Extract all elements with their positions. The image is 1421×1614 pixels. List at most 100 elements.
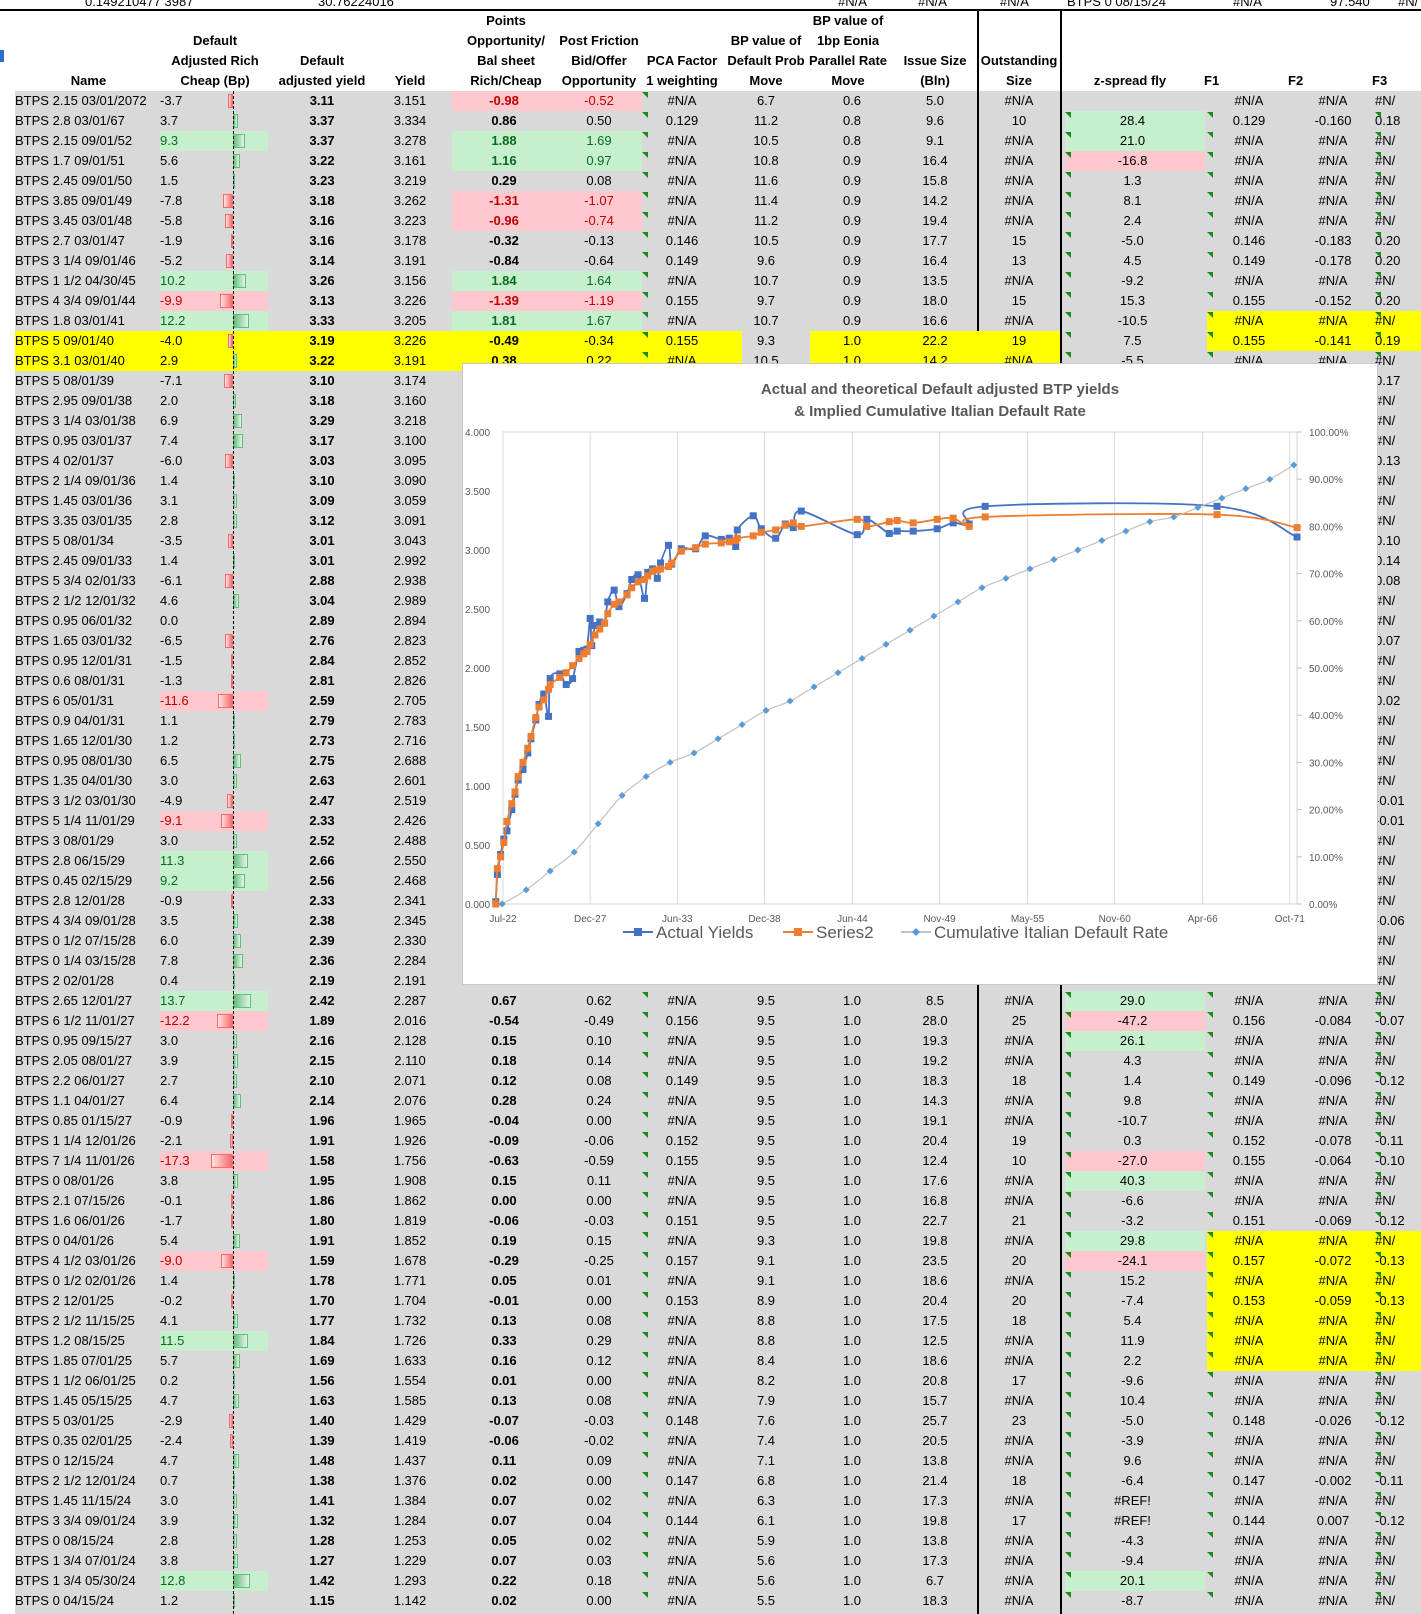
header-outstanding[interactable]: Outstanding Size [979,51,1059,91]
default-yield-cell[interactable]: 1.84 [272,1331,372,1351]
f1-cell[interactable]: #N/A [1207,151,1291,171]
outstanding-cell[interactable]: #N/A [979,1091,1059,1111]
default-yield-cell[interactable]: 2.76 [272,631,372,651]
rich-cheap-cell[interactable]: 7.8 [160,951,230,971]
f1-cell[interactable]: 0.149 [1207,251,1291,271]
default-yield-cell[interactable]: 3.37 [272,111,372,131]
bond-name-cell[interactable]: BTPS 1.35 04/01/30 [15,771,165,791]
outstanding-cell[interactable]: #N/A [979,1231,1059,1251]
zspread-cell[interactable]: -6.4 [1065,1471,1200,1491]
outstanding-cell[interactable]: #N/A [979,211,1059,231]
f2-cell[interactable]: #N/A [1291,131,1375,151]
bond-name-cell[interactable]: BTPS 3.85 09/01/49 [15,191,165,211]
pca-cell[interactable]: #N/A [642,1051,722,1071]
f1-cell[interactable]: #N/A [1207,1591,1291,1611]
f1-cell[interactable]: #N/A [1207,211,1291,231]
default-yield-cell[interactable]: 1.63 [272,1391,372,1411]
f3-cell[interactable]: -0.11 [1375,1131,1421,1151]
f2-cell[interactable]: #N/A [1291,1571,1375,1591]
pca-cell[interactable]: 0.155 [642,291,722,311]
yield-cell[interactable]: 2.076 [380,1091,440,1111]
zspread-cell[interactable]: -6.6 [1065,1191,1200,1211]
f1-cell[interactable]: #N/A [1207,311,1291,331]
default-yield-cell[interactable]: 3.12 [272,511,372,531]
bond-name-cell[interactable]: BTPS 1.45 11/15/24 [15,1491,165,1511]
header-name[interactable]: Name [15,71,162,91]
rich-cheap-cell[interactable]: 1.2 [160,731,230,751]
outstanding-cell[interactable]: 15 [979,231,1059,251]
outstanding-cell[interactable]: #N/A [979,131,1059,151]
yield-cell[interactable]: 2.894 [380,611,440,631]
bond-name-cell[interactable]: BTPS 2.15 03/01/2072 [15,91,165,111]
rich-cheap-cell[interactable]: 9.3 [160,131,230,151]
issue-size-cell[interactable]: 9.1 [896,131,974,151]
issue-size-cell[interactable]: 9.6 [896,111,974,131]
bond-name-cell[interactable]: BTPS 5 08/01/34 [15,531,165,551]
rich-cheap-cell[interactable]: -17.3 [160,1151,230,1171]
rich-cheap-cell[interactable]: 0.2 [160,1371,230,1391]
f3-cell[interactable]: #N/ [1375,771,1421,791]
zspread-cell[interactable]: #REF! [1065,1511,1200,1531]
yield-cell[interactable]: 3.226 [380,331,440,351]
outstanding-cell[interactable]: #N/A [979,1491,1059,1511]
default-yield-cell[interactable]: 1.58 [272,1151,372,1171]
points-opportunity-cell[interactable]: 0.11 [452,1451,556,1471]
f2-cell[interactable]: -0.160 [1291,111,1375,131]
zspread-cell[interactable]: 29.0 [1065,991,1200,1011]
f1-cell[interactable]: #N/A [1207,1091,1291,1111]
default-yield-cell[interactable]: 2.89 [272,611,372,631]
outstanding-cell[interactable]: 21 [979,1211,1059,1231]
default-yield-cell[interactable]: 1.70 [272,1291,372,1311]
f3-cell[interactable]: #N/ [1375,1351,1421,1371]
rich-cheap-cell[interactable]: -3.7 [160,91,230,111]
zspread-cell[interactable]: -3.2 [1065,1211,1200,1231]
default-yield-cell[interactable]: 2.47 [272,791,372,811]
bond-name-cell[interactable]: BTPS 4 1/2 03/01/26 [15,1251,165,1271]
f3-cell[interactable]: #N/ [1375,851,1421,871]
yield-cell[interactable]: 3.334 [380,111,440,131]
f3-cell[interactable]: #N/ [1375,991,1421,1011]
points-opportunity-cell[interactable]: -0.84 [452,251,556,271]
f3-cell[interactable]: #N/ [1375,1371,1421,1391]
bp-eonia-cell[interactable]: 0.9 [810,151,894,171]
bond-name-cell[interactable]: BTPS 2.15 09/01/52 [15,131,165,151]
outstanding-cell[interactable]: #N/A [979,191,1059,211]
zspread-cell[interactable]: 0.3 [1065,1131,1200,1151]
outstanding-cell[interactable]: 19 [979,331,1059,351]
yield-cell[interactable]: 2.716 [380,731,440,751]
points-opportunity-cell[interactable]: -0.01 [452,1291,556,1311]
rich-cheap-cell[interactable]: -1.9 [160,231,230,251]
yield-cell[interactable]: 2.783 [380,711,440,731]
points-opportunity-cell[interactable]: -0.29 [452,1251,556,1271]
bp-default-cell[interactable]: 5.9 [724,1531,808,1551]
bp-default-cell[interactable]: 10.7 [724,311,808,331]
rich-cheap-cell[interactable]: 5.4 [160,1231,230,1251]
zspread-cell[interactable]: 9.6 [1065,1451,1200,1471]
points-opportunity-cell[interactable]: -0.06 [452,1431,556,1451]
bond-name-cell[interactable]: BTPS 0 04/01/26 [15,1231,165,1251]
f3-cell[interactable]: -0.10 [1375,1151,1421,1171]
default-yield-cell[interactable]: 3.14 [272,251,372,271]
issue-size-cell[interactable]: 20.4 [896,1291,974,1311]
yield-cell[interactable]: 1.704 [380,1291,440,1311]
f3-cell[interactable]: 0.17 [1375,371,1421,391]
f3-cell[interactable]: #N/ [1375,1111,1421,1131]
bp-default-cell[interactable]: 5.6 [724,1551,808,1571]
f1-cell[interactable]: #N/A [1207,271,1291,291]
default-yield-cell[interactable]: 2.66 [272,851,372,871]
pca-cell[interactable]: #N/A [642,1331,722,1351]
default-yield-cell[interactable]: 1.96 [272,1111,372,1131]
f1-cell[interactable]: #N/A [1207,1491,1291,1511]
bond-name-cell[interactable]: BTPS 0.95 09/15/27 [15,1031,165,1051]
points-opportunity-cell[interactable]: 1.16 [452,151,556,171]
f3-cell[interactable]: 0.07 [1375,631,1421,651]
zspread-cell[interactable]: 7.5 [1065,331,1200,351]
default-yield-cell[interactable]: 2.84 [272,651,372,671]
header-post-friction[interactable]: Post Friction Bid/Offer Opportunity [556,31,642,91]
rich-cheap-cell[interactable]: -12.2 [160,1011,230,1031]
rich-cheap-cell[interactable]: -2.9 [160,1411,230,1431]
bond-name-cell[interactable]: BTPS 3.45 03/01/48 [15,211,165,231]
yield-cell[interactable]: 3.090 [380,471,440,491]
f3-cell[interactable]: -0.13 [1375,1291,1421,1311]
yield-cell[interactable]: 3.059 [380,491,440,511]
